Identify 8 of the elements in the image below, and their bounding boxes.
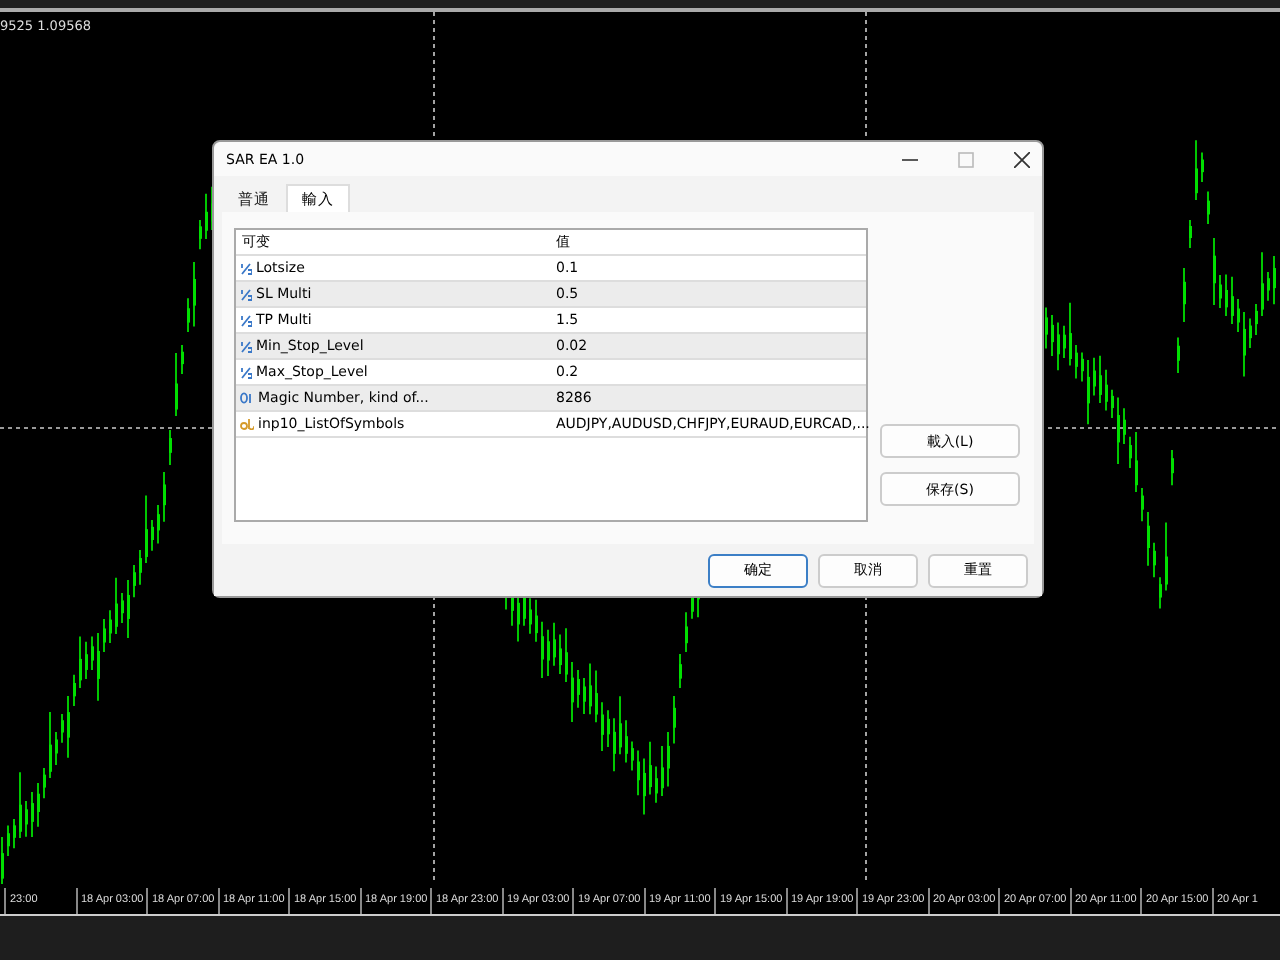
fraction-icon — [240, 339, 252, 353]
fraction-icon — [240, 261, 252, 275]
fraction-icon — [240, 287, 252, 301]
integer-icon — [240, 392, 254, 404]
fraction-icon — [240, 313, 252, 327]
text-icon — [240, 418, 254, 430]
fraction-icon — [240, 365, 252, 379]
close-icon[interactable] — [1014, 151, 1030, 167]
